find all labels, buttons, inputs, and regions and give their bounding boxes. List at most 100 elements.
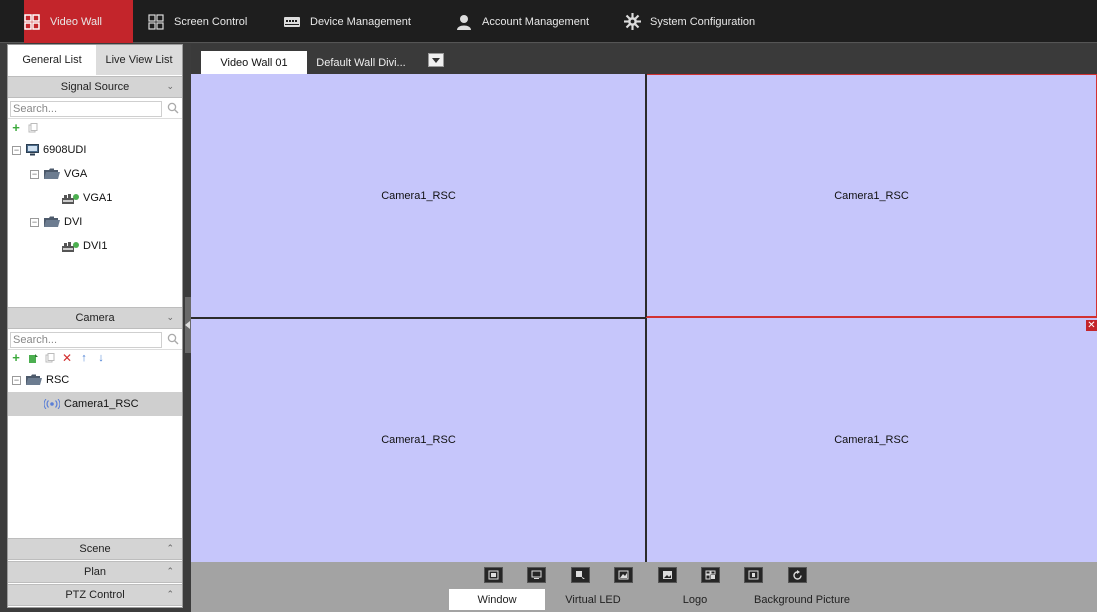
camera-toolbar: + ✕ ↑ ↓ (8, 349, 182, 367)
split-icon (705, 570, 716, 580)
selected-window-border (646, 317, 1097, 318)
tree-item-label: DVI (64, 216, 83, 228)
layer-icon (576, 571, 585, 579)
window-layer-button[interactable] (571, 567, 590, 583)
signal-search-row (8, 99, 182, 119)
wall-dropdown-button[interactable] (428, 53, 444, 67)
move-up-icon[interactable]: ↑ (78, 352, 90, 364)
refresh-icon (793, 569, 802, 580)
tree-item-label: RSC (46, 374, 70, 386)
picture-icon (663, 571, 672, 579)
window-label: Camera1_RSC (381, 434, 456, 446)
tab-window[interactable]: Window (449, 589, 545, 610)
collapse-toggle-icon[interactable]: − (30, 217, 39, 227)
wall-window-4[interactable]: Camera1_RSC (646, 318, 1097, 562)
device-management-icon (282, 12, 302, 32)
copy-icon[interactable] (27, 122, 39, 134)
chevron-down-icon[interactable]: ⌄ (166, 312, 174, 323)
section-title: Plan (83, 566, 107, 578)
menu-label: Video Wall (50, 15, 102, 28)
move-down-icon[interactable]: ↓ (95, 352, 107, 364)
search-icon[interactable] (167, 102, 179, 117)
plan-header[interactable]: Plan ⌃ (8, 561, 182, 583)
wall-window-3[interactable]: Camera1_RSC (191, 318, 646, 562)
chevron-up-icon[interactable]: ⌃ (166, 543, 174, 554)
menu-device-management[interactable]: Device Management (282, 0, 411, 43)
collapse-toggle-icon[interactable]: − (12, 375, 21, 385)
left-tabs: General List Live View List (8, 45, 182, 75)
tree-item-dvi1[interactable]: DVI1 (8, 234, 182, 258)
tab-general-list[interactable]: General List (8, 45, 96, 75)
tree-item-label: 6908UDI (43, 144, 87, 156)
app-window: Video Wall Screen Control Device Managem… (0, 0, 1097, 612)
window-picture-button[interactable] (658, 567, 677, 583)
wall-tab-bar: Video Wall 01 Default Wall Divi... (191, 44, 1097, 74)
open-window-button[interactable] (484, 567, 503, 583)
tree-item-vga1[interactable]: VGA1 (8, 186, 182, 210)
screen-control-icon (146, 12, 166, 32)
menu-screen-control[interactable]: Screen Control (146, 0, 247, 43)
tab-default-wall-division[interactable]: Default Wall Divi... (311, 51, 411, 74)
tree-item-dvi[interactable]: − DVI (8, 210, 182, 234)
wall-window-1[interactable]: Camera1_RSC (191, 74, 646, 317)
tab-logo[interactable]: Logo (647, 589, 743, 610)
signal-search-input[interactable] (10, 101, 162, 117)
tree-item-vga[interactable]: − VGA (8, 162, 182, 186)
refresh-button[interactable] (788, 567, 807, 583)
camera-header[interactable]: Camera ⌄ (8, 307, 182, 329)
chevron-up-icon[interactable]: ⌃ (166, 566, 174, 577)
delete-icon[interactable]: ✕ (61, 352, 73, 364)
window-split-button[interactable] (701, 567, 720, 583)
wall-window-2[interactable]: Camera1_RSC (646, 74, 1097, 317)
menu-label: Device Management (310, 15, 411, 28)
menu-account-management[interactable]: Account Management (454, 0, 589, 43)
section-title: Signal Source (60, 81, 130, 93)
window-image-button[interactable] (614, 567, 633, 583)
menu-label: Screen Control (174, 15, 248, 28)
menu-system-configuration[interactable]: System Configuration (622, 0, 755, 43)
add-icon[interactable]: + (10, 121, 22, 134)
camera-search-input[interactable] (10, 332, 162, 348)
fullscreen-button[interactable] (744, 567, 763, 583)
tab-background-picture[interactable]: Background Picture (747, 589, 857, 610)
chevron-down-icon[interactable]: ⌄ (166, 81, 174, 92)
collapse-arrow-icon[interactable] (185, 321, 190, 329)
collapse-toggle-icon[interactable]: − (30, 169, 39, 179)
ptz-control-header[interactable]: PTZ Control ⌃ (8, 584, 182, 606)
dropdown-arrow-icon (432, 57, 440, 63)
menu-video-wall[interactable]: Video Wall (24, 0, 133, 43)
camera-search-row (8, 330, 182, 350)
scene-header[interactable]: Scene ⌃ (8, 538, 182, 560)
import-icon[interactable] (27, 352, 39, 364)
chevron-up-icon[interactable]: ⌃ (166, 589, 174, 600)
window-label: Camera1_RSC (381, 189, 456, 202)
window-label: Camera1_RSC (834, 189, 909, 202)
video-wall-icon (22, 12, 42, 32)
add-icon[interactable]: + (10, 351, 22, 364)
close-window-icon[interactable]: ✕ (1086, 320, 1097, 331)
tree-item-camera1-rsc[interactable]: Camera1_RSC (8, 392, 182, 416)
gear-icon (622, 12, 642, 32)
signal-toolbar: + (8, 119, 182, 137)
image-icon (618, 570, 629, 580)
camera-signal-icon (44, 399, 60, 409)
fullscreen-icon (748, 570, 759, 580)
section-title: Camera (75, 312, 115, 324)
search-icon[interactable] (167, 333, 179, 348)
tree-item-label: Camera1_RSC (64, 398, 139, 410)
tree-item-label: DVI1 (83, 240, 108, 252)
video-wall-canvas[interactable]: Camera1_RSC Camera1_RSC Camera1_RSC Came… (191, 74, 1097, 562)
signal-source-header[interactable]: Signal Source ⌄ (8, 76, 182, 98)
copy-icon[interactable] (44, 352, 56, 364)
tree-item-label: VGA (64, 168, 88, 180)
collapse-toggle-icon[interactable]: − (12, 145, 21, 155)
tree-item-label: VGA1 (83, 192, 113, 204)
wall-divider-horizontal (191, 317, 646, 319)
roam-button[interactable] (527, 567, 546, 583)
tab-virtual-led[interactable]: Virtual LED (545, 589, 641, 610)
input-port-icon (62, 241, 79, 252)
tree-item-rsc[interactable]: − RSC (8, 368, 182, 392)
tab-live-view-list[interactable]: Live View List (96, 45, 182, 75)
tab-video-wall-01[interactable]: Video Wall 01 (201, 51, 307, 74)
tree-item-6908udi[interactable]: − 6908UDI (8, 138, 182, 162)
